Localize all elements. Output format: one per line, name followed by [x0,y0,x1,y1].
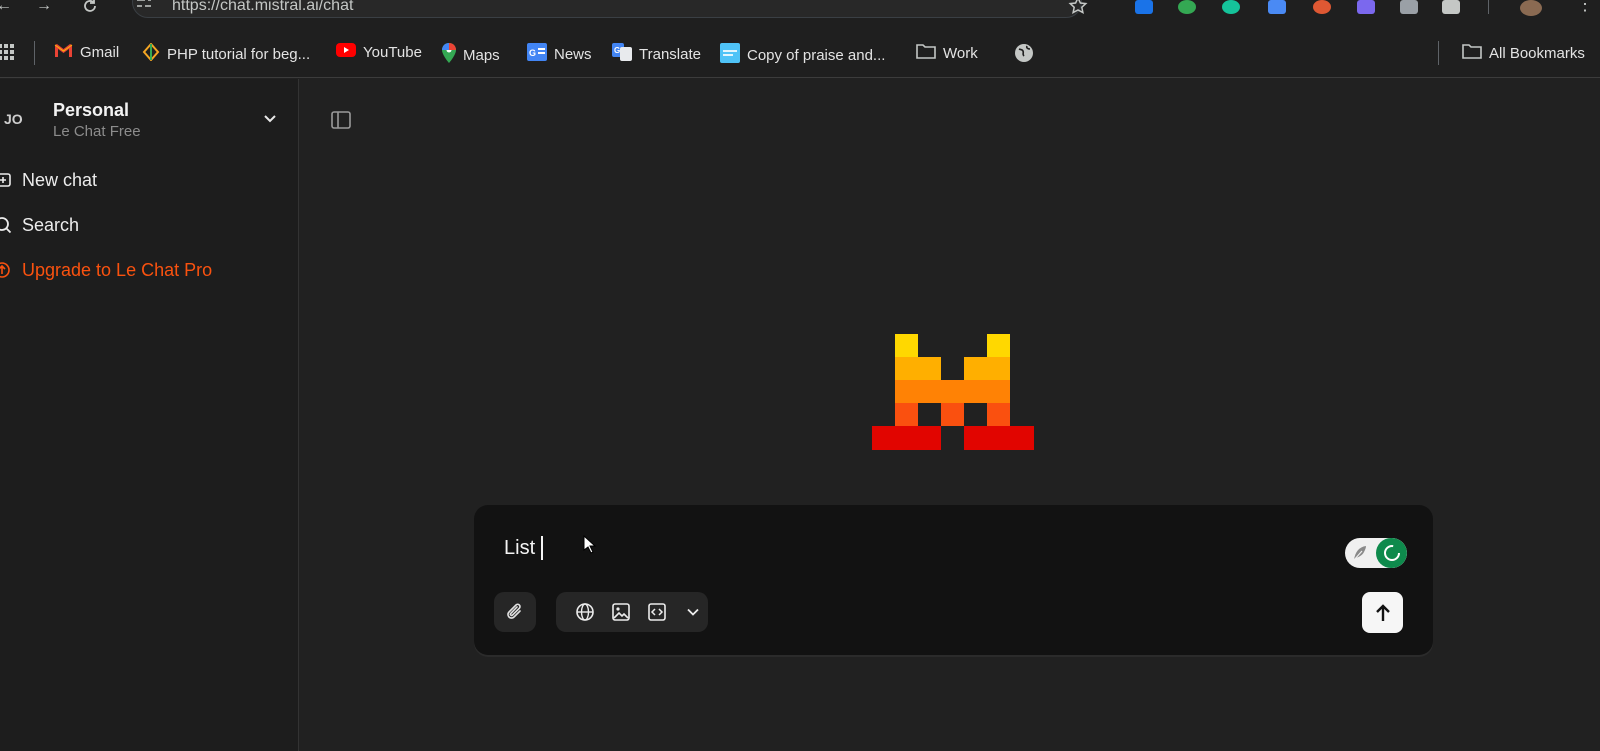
profile-avatar-icon[interactable] [1520,0,1542,16]
duckduckgo-icon[interactable] [1313,0,1331,14]
bookmark-gmail[interactable]: Gmail [54,43,119,62]
main-area: List [300,79,1600,751]
sidebar-toggle-icon[interactable] [330,109,352,131]
bookmark-youtube[interactable]: YouTube [336,43,422,61]
folder-icon [916,43,936,63]
text-caret [541,536,544,560]
site-settings-icon[interactable] [136,0,152,10]
image-generation-button[interactable] [610,601,632,623]
search-icon [0,217,12,234]
bookmark-php-tutorial[interactable]: PHP tutorial for beg... [142,42,310,65]
bookmark-translate[interactable]: G Translate [612,43,701,65]
new-chat-button[interactable]: New chat [0,165,97,195]
maps-icon [442,43,456,67]
chat-input[interactable]: List [504,536,544,560]
sidebar: JO Personal Le Chat Free New chat Search… [0,79,299,751]
bookmarks-divider [1438,41,1439,65]
svg-text:G: G [529,48,536,58]
code-interpreter-button[interactable] [646,601,668,623]
doc-icon [720,43,740,67]
web-search-button[interactable] [574,601,596,623]
bookmark-copy-of-praise[interactable]: Copy of praise and... [720,43,885,67]
new-chat-icon [0,173,11,187]
globe-icon [1014,43,1034,67]
reload-icon[interactable] [80,0,100,16]
mistral-logo-icon [872,334,1034,450]
extension-icon[interactable] [1135,0,1153,14]
bookmarks-bar: Gmail PHP tutorial for beg... YouTube Ma… [0,30,1600,78]
attach-button[interactable] [494,592,536,632]
chevron-down-icon[interactable] [260,109,280,129]
forward-icon[interactable]: → [34,0,54,16]
bookmark-globe[interactable] [1014,43,1034,67]
grammarly-icon[interactable] [1222,0,1240,14]
image-icon [612,603,630,621]
feather-icon [1353,546,1366,561]
search-button[interactable]: Search [0,210,79,240]
code-icon [648,603,666,621]
all-bookmarks[interactable]: All Bookmarks [1462,43,1585,63]
paperclip-icon [507,603,521,619]
bookmark-maps[interactable]: Maps [442,43,500,67]
apps-grid-icon[interactable] [0,44,14,60]
avatar: JO [4,111,23,127]
bookmark-work-folder[interactable]: Work [916,43,978,63]
youtube-icon [336,43,356,61]
toolbar-divider [1488,0,1489,14]
browser-toolbar: ← → https://chat.mistral.ai/chat ⋮ [0,0,1600,30]
workspace-name: Personal [53,100,130,120]
workspace-plan: Le Chat Free [53,123,141,140]
menu-kebab-icon[interactable]: ⋮ [1576,0,1594,15]
translate-icon: G [612,43,632,65]
extension-icon[interactable] [1400,0,1418,14]
arrow-up-icon [1375,603,1390,621]
extension-icon[interactable] [1268,0,1286,14]
mode-toggle[interactable] [1345,538,1407,568]
extensions-puzzle-icon[interactable] [1442,0,1460,14]
bookmark-news[interactable]: G News [527,43,592,65]
folder-icon [1462,43,1482,63]
globe-icon [576,603,594,621]
mouse-cursor-icon [583,535,597,554]
news-icon: G [527,43,547,65]
back-icon[interactable]: ← [0,0,14,16]
upgrade-button[interactable]: Upgrade to Le Chat Pro [0,255,212,285]
extension-icon[interactable] [1178,0,1196,14]
send-button[interactable] [1362,592,1403,633]
gmail-icon [54,43,73,62]
bookmarks-divider [34,41,35,65]
chevron-down-icon [687,608,699,616]
toggle-knob [1376,538,1407,568]
url-text[interactable]: https://chat.mistral.ai/chat [172,0,353,15]
upgrade-icon [0,262,10,278]
svg-text:G: G [614,46,620,55]
chat-composer: List [474,505,1433,655]
loading-spinner-icon [1383,545,1400,561]
more-tools-button[interactable] [682,601,704,623]
bookmark-star-icon[interactable] [1068,0,1088,16]
tools-group [556,592,708,632]
extension-icon[interactable] [1357,0,1375,14]
php-tutorial-icon [142,42,160,65]
